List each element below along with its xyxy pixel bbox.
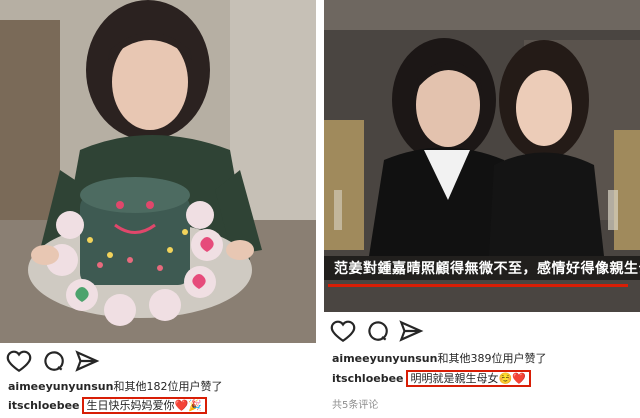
like-button[interactable] xyxy=(330,318,356,344)
caption-text-highlighted: 明明就是親生母女☺️❤️ xyxy=(405,370,531,387)
post-caption: itschloebee 明明就是親生母女☺️❤️ xyxy=(332,370,531,387)
post-left: aimeeyunyunsun和其他182位用户赞了 itschloebee 生日快… xyxy=(0,0,316,418)
likes-summary: aimeeyunyunsun和其他389位用户赞了 xyxy=(332,350,546,366)
share-button[interactable] xyxy=(398,318,424,344)
post-action-bar xyxy=(330,318,630,344)
red-underline xyxy=(328,284,628,287)
comment-icon xyxy=(44,351,64,371)
post-photo-magazine: 范姜對鍾嘉晴照顧得無微不至，感情好得像親生母女。 xyxy=(324,0,640,312)
comment-button[interactable] xyxy=(40,348,66,374)
heart-icon xyxy=(6,350,32,373)
photo-illustration xyxy=(0,0,316,343)
likes-text: 和其他389位用户赞了 xyxy=(437,352,547,365)
likes-summary: aimeeyunyunsun和其他182位用户赞了 xyxy=(8,378,222,394)
post-photo-birthday-cake xyxy=(0,0,316,343)
post-right: 范姜對鍾嘉晴照顧得無微不至，感情好得像親生母女。 aimeeyunyunsun和… xyxy=(324,0,640,418)
comment-icon xyxy=(368,321,388,341)
photo-subtitle: 范姜對鍾嘉晴照顧得無微不至，感情好得像親生母女。 xyxy=(334,261,640,277)
likes-username[interactable]: aimeeyunyunsun xyxy=(332,352,437,365)
caption-username[interactable]: itschloebee xyxy=(8,399,80,412)
view-comments-link[interactable]: 共5条评论 xyxy=(332,396,378,411)
likes-text: 和其他182位用户赞了 xyxy=(113,380,223,393)
likes-username[interactable]: aimeeyunyunsun xyxy=(8,380,113,393)
like-button[interactable] xyxy=(6,348,32,374)
heart-icon xyxy=(330,320,356,343)
share-icon xyxy=(399,320,424,342)
caption-text-highlighted: 生日快乐妈妈爱你❤️🎉 xyxy=(81,397,207,414)
post-action-bar xyxy=(6,348,306,374)
caption-username[interactable]: itschloebee xyxy=(332,372,404,385)
comment-button[interactable] xyxy=(364,318,390,344)
share-button[interactable] xyxy=(74,348,100,374)
share-icon xyxy=(75,350,100,372)
post-caption: itschloebee 生日快乐妈妈爱你❤️🎉 xyxy=(8,397,207,414)
